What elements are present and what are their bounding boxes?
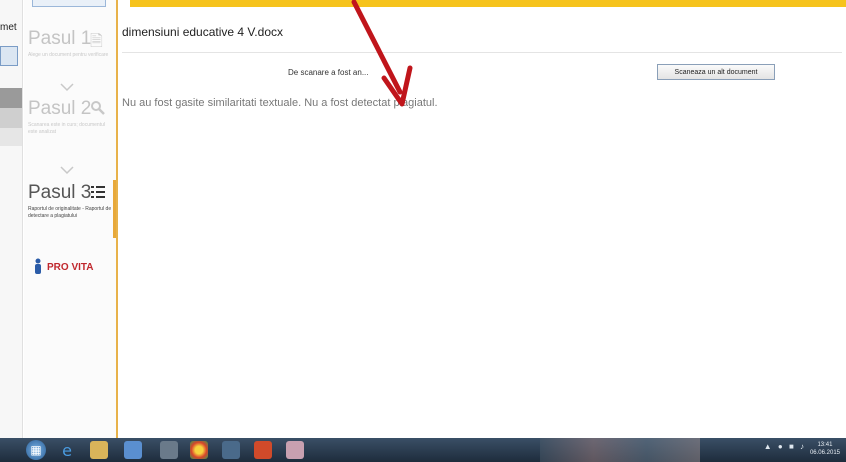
step-1[interactable]: Pasul 1 🗎 Alege un document pentru verif… — [28, 28, 112, 59]
partial-window-label: met — [0, 22, 17, 33]
media-icon[interactable] — [160, 441, 178, 459]
step-2[interactable]: Pasul 2 Scanarea este in curs; documentu… — [28, 98, 112, 136]
step-description: Raportul de originalitate - Raportul de … — [28, 206, 112, 219]
main-content: dimensiuni educative 4 V.docx De scanare… — [118, 0, 846, 438]
partial-window-button[interactable] — [0, 46, 18, 66]
windows-taskbar: ▦ e ▲ ● ■ ♪ 13:41 06.06.2015 — [0, 438, 846, 462]
clock[interactable]: 13:41 06.06.2015 — [810, 441, 840, 457]
chrome-icon[interactable] — [190, 441, 208, 459]
step-3[interactable]: Pasul 3 Raportul de originalitate - Rapo… — [28, 182, 112, 220]
family-logo-icon — [35, 258, 41, 274]
network-icon[interactable] — [222, 441, 240, 459]
ie-icon[interactable]: e — [58, 441, 76, 460]
logo-text: PRO VITA — [47, 261, 94, 273]
rescan-document-button[interactable]: Scaneaza un alt document — [657, 64, 775, 80]
annotation-arrow — [351, 0, 413, 107]
powerpoint-icon[interactable] — [254, 441, 272, 459]
clock-time: 13:41 — [817, 442, 833, 448]
divider — [122, 52, 842, 53]
notepad-icon[interactable] — [124, 441, 142, 459]
partial-window-row — [0, 88, 22, 108]
pro-vita-logo: PRO VITA — [32, 256, 93, 278]
top-link-button[interactable] — [32, 0, 106, 7]
search-icon — [91, 101, 105, 115]
explorer-icon[interactable] — [90, 441, 108, 459]
partial-window-row — [0, 128, 22, 146]
steps-sidebar: Pasul 1 🗎 Alege un document pentru verif… — [24, 0, 118, 438]
document-icon: 🗎 — [90, 33, 103, 50]
windows-start-icon[interactable]: ▦ — [26, 440, 46, 460]
system-tray-icons[interactable]: ▲ ● ■ ♪ — [764, 442, 806, 451]
list-icon — [91, 186, 105, 198]
search-app-icon[interactable] — [286, 441, 304, 459]
taskbar-background-area — [540, 438, 700, 462]
chevron-down-icon — [60, 83, 74, 92]
top-banner — [130, 0, 846, 7]
step-description: Scanarea este in curs; documentul este a… — [28, 122, 105, 135]
partial-window-row — [0, 108, 22, 128]
document-title: dimensiuni educative 4 V.docx — [122, 25, 283, 39]
clock-date: 06.06.2015 — [809, 450, 840, 456]
active-step-indicator — [113, 180, 116, 238]
chevron-down-icon — [60, 166, 74, 175]
partial-window: met — [0, 0, 23, 438]
